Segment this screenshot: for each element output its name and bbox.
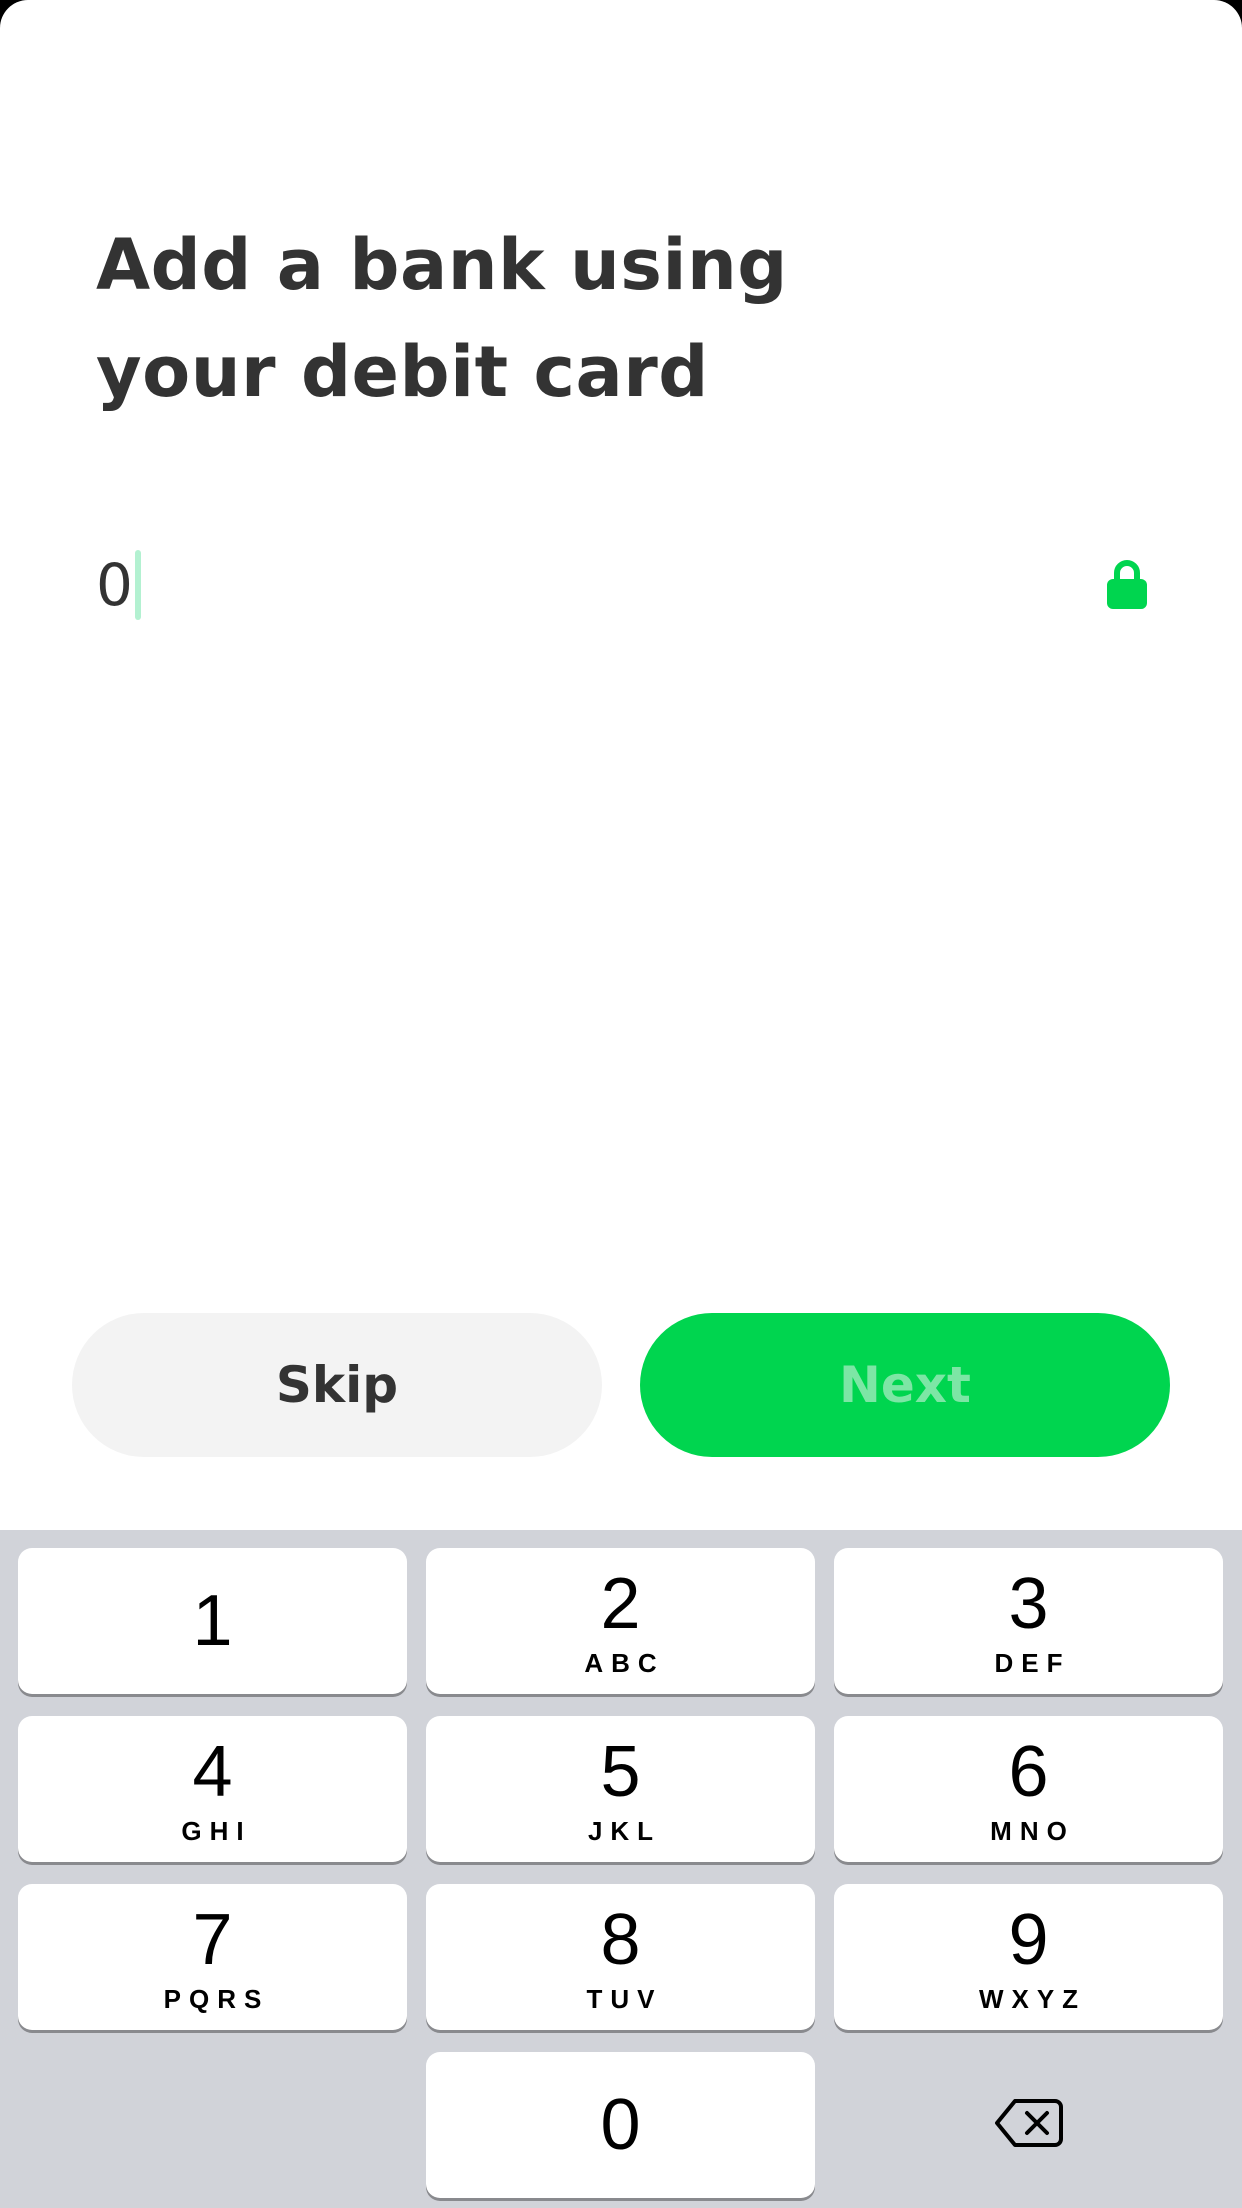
key-digit: 8: [600, 1900, 641, 1980]
key-9[interactable]: 9 WXYZ: [834, 1884, 1223, 2030]
key-digit: 4: [192, 1732, 233, 1812]
key-7[interactable]: 7 PQRS: [18, 1884, 407, 2030]
delete-key[interactable]: [834, 2052, 1223, 2198]
text-caret: [134, 550, 141, 620]
key-letters: PQRS: [163, 1984, 270, 2014]
key-letters: GHI: [181, 1816, 252, 1846]
next-button[interactable]: Next: [640, 1313, 1170, 1457]
key-digit: 5: [600, 1732, 641, 1812]
key-digit: 6: [1008, 1732, 1049, 1812]
key-6[interactable]: 6 MNO: [834, 1716, 1223, 1862]
add-bank-sheet: Add a bank using your debit card 0 Skip …: [0, 0, 1242, 2208]
key-letters: MNO: [990, 1816, 1075, 1846]
key-letters: DEF: [994, 1648, 1071, 1678]
backspace-icon: [993, 2097, 1065, 2154]
key-3[interactable]: 3 DEF: [834, 1548, 1223, 1694]
title-line-1: Add a bank using: [96, 224, 788, 306]
key-letters: ABC: [584, 1648, 665, 1678]
key-5[interactable]: 5 JKL: [426, 1716, 815, 1862]
card-number-value-wrap: 0: [96, 545, 141, 625]
key-0[interactable]: 0: [426, 2052, 815, 2198]
skip-button[interactable]: Skip: [72, 1313, 602, 1457]
key-2[interactable]: 2 ABC: [426, 1548, 815, 1694]
key-digit: 1: [192, 1581, 233, 1661]
lock-icon: [1106, 559, 1148, 609]
card-number-value: 0: [96, 551, 133, 619]
key-letters: JKL: [587, 1816, 662, 1846]
key-letters: WXYZ: [978, 1984, 1087, 2014]
numeric-keypad: 1 2 ABC 3 DEF 4 GHI 5 JKL 6 MNO 7 PQRS 8…: [0, 1530, 1242, 2208]
key-digit: 2: [600, 1564, 641, 1644]
key-1[interactable]: 1: [18, 1548, 407, 1694]
page-title: Add a bank using your debit card: [96, 212, 996, 426]
key-8[interactable]: 8 TUV: [426, 1884, 815, 2030]
key-digit: 7: [192, 1900, 233, 1980]
key-digit: 9: [1008, 1900, 1049, 1980]
key-digit: 3: [1008, 1564, 1049, 1644]
key-letters: TUV: [586, 1984, 663, 2014]
key-4[interactable]: 4 GHI: [18, 1716, 407, 1862]
key-digit: 0: [600, 2085, 641, 2165]
title-line-2: your debit card: [96, 331, 709, 413]
debit-card-number-input[interactable]: 0: [96, 545, 1156, 625]
